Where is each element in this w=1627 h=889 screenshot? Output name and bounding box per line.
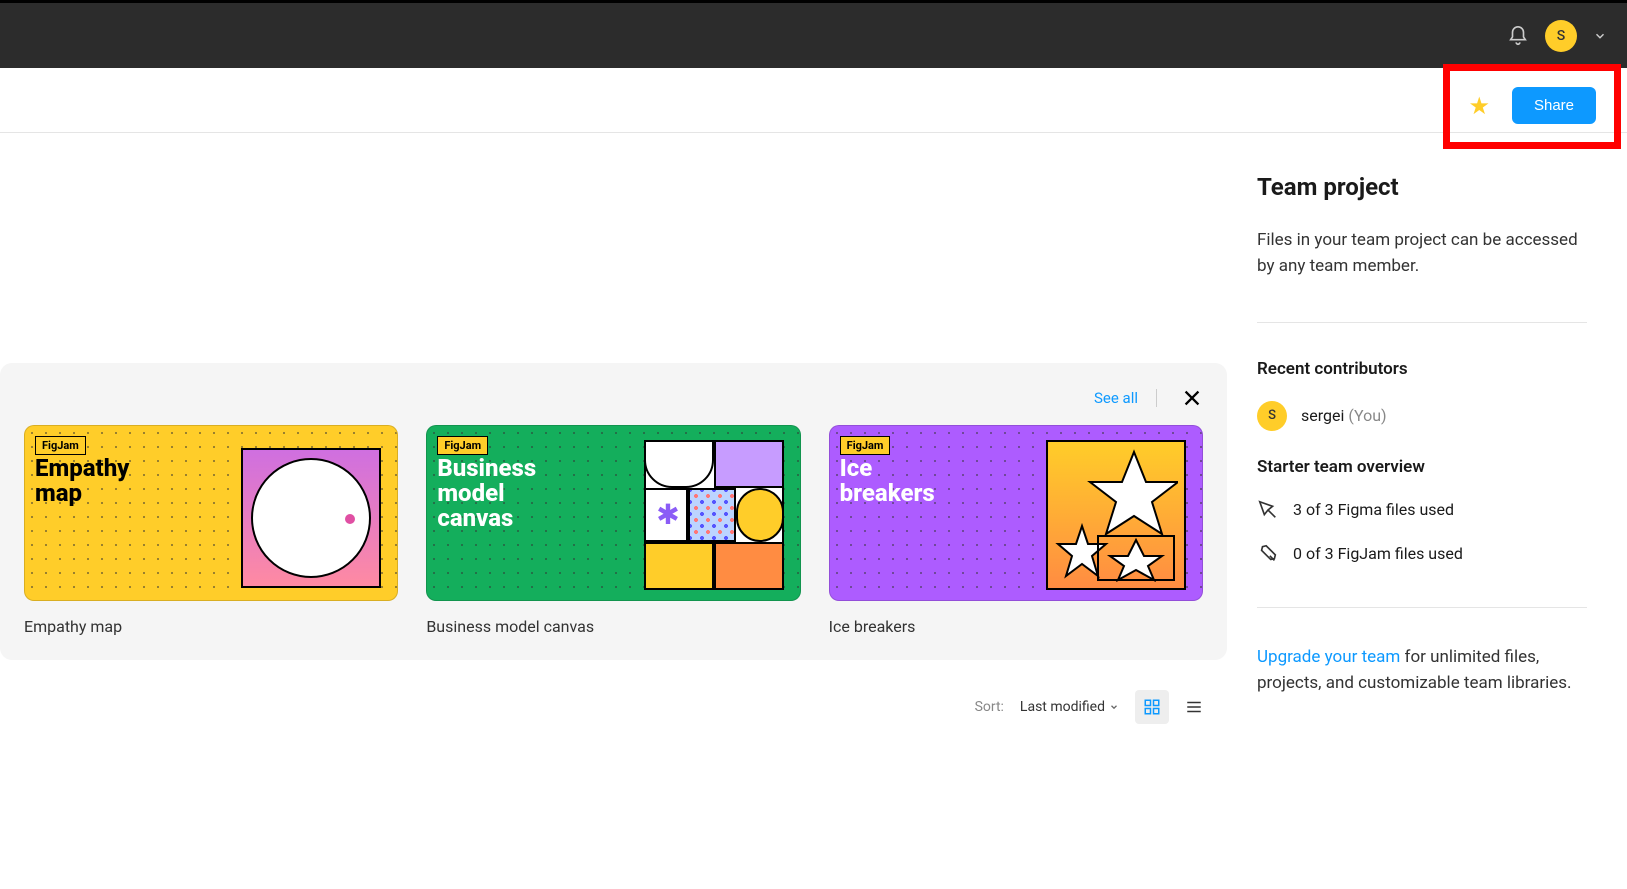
sort-label: Sort: (975, 699, 1004, 715)
upgrade-text: Upgrade your team for unlimited files, p… (1257, 644, 1587, 697)
list-view-button[interactable] (1177, 690, 1211, 724)
star-icon[interactable]: ★ (1468, 92, 1490, 120)
contributor-name: sergei (1301, 406, 1344, 425)
figjam-badge: FigJam (437, 436, 488, 455)
pen-icon (1257, 499, 1279, 521)
top-bar: S (0, 3, 1627, 68)
contributor-row[interactable]: S sergei (You) (1257, 401, 1587, 431)
share-button[interactable]: Share (1512, 87, 1596, 124)
contributor-avatar: S (1257, 401, 1287, 431)
figma-usage-row: 3 of 3 Figma files used (1257, 499, 1587, 521)
chevron-down-icon[interactable] (1593, 29, 1607, 43)
sidebar: Team project Files in your team project … (1227, 133, 1627, 736)
upgrade-link[interactable]: Upgrade your team (1257, 647, 1400, 667)
template-card[interactable]: FigJam Empathy map Empathy map (24, 425, 398, 636)
notifications-icon[interactable] (1507, 25, 1529, 47)
chevron-down-icon (1109, 702, 1119, 712)
template-thumb-label: Empathy map (35, 456, 129, 506)
sidebar-title: Team project (1257, 173, 1587, 201)
close-icon[interactable] (1181, 387, 1203, 409)
marker-icon (1257, 543, 1279, 565)
grid-view-button[interactable] (1135, 690, 1169, 724)
figjam-usage-row: 0 of 3 FigJam files used (1257, 543, 1587, 565)
sort-row: Sort: Last modified (0, 660, 1227, 724)
sort-dropdown[interactable]: Last modified (1020, 699, 1119, 715)
template-card[interactable]: FigJam Business model canvas ✱ Business … (426, 425, 800, 636)
figjam-badge: FigJam (840, 436, 891, 455)
overview-heading: Starter team overview (1257, 457, 1587, 477)
contributor-you-label: (You) (1348, 406, 1386, 425)
see-all-link[interactable]: See all (1094, 389, 1157, 407)
list-icon (1185, 698, 1203, 716)
user-avatar[interactable]: S (1545, 20, 1577, 52)
template-card[interactable]: FigJam Ice breakers Ice breakers (829, 425, 1203, 636)
subheader (0, 68, 1627, 133)
template-thumb-label: Business model canvas (437, 456, 536, 532)
sidebar-description: Files in your team project can be access… (1257, 227, 1587, 280)
template-title: Empathy map (24, 617, 398, 636)
template-title: Ice breakers (829, 617, 1203, 636)
template-title: Business model canvas (426, 617, 800, 636)
template-thumb-label: Ice breakers (840, 456, 935, 506)
figjam-badge: FigJam (35, 436, 86, 455)
recent-contributors-heading: Recent contributors (1257, 359, 1587, 379)
templates-panel: See all FigJam Empathy map Empathy map (0, 363, 1227, 660)
share-highlight: ★ Share (1443, 64, 1621, 149)
grid-icon (1143, 698, 1161, 716)
